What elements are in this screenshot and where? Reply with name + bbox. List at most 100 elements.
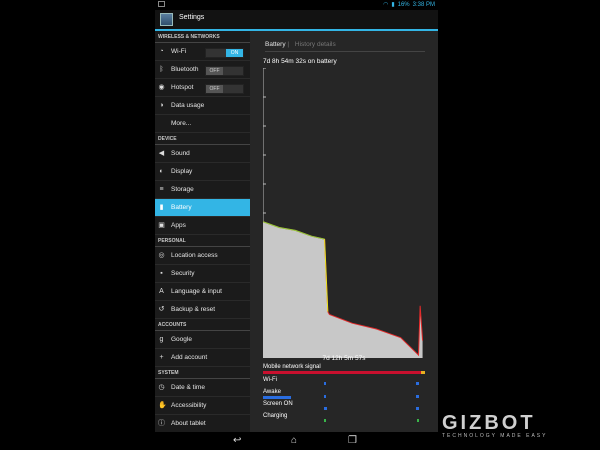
navigation-bar: ↩ ⌂ ❐	[155, 432, 438, 450]
google-icon: g	[159, 336, 164, 343]
awake-activity-mark	[324, 395, 326, 398]
sidebar-item-label: Storage	[171, 186, 194, 193]
add-icon: +	[159, 354, 164, 361]
watermark-logo: GIZBOT	[442, 412, 536, 434]
signal-label-wifi: Wi-Fi	[263, 377, 277, 383]
backup-icon: ↺	[158, 306, 165, 313]
tab-battery[interactable]: Battery	[265, 41, 286, 48]
section-header-system: SYSTEM	[155, 368, 250, 379]
settings-app-icon[interactable]	[160, 13, 173, 26]
screen-on-mark	[416, 407, 419, 410]
sidebar-item-security[interactable]: ▪ Security	[155, 265, 250, 283]
sidebar-item-label: More...	[171, 120, 192, 127]
sidebar-item-language[interactable]: A Language & input	[155, 283, 250, 301]
sidebar-item-more[interactable]: More...	[155, 115, 250, 133]
bluetooth-icon: ᛒ	[159, 66, 164, 73]
sidebar-item-label: Battery	[171, 204, 192, 211]
gizbot-watermark: GIZBOT TECHNOLOGY MADE EASY	[442, 412, 592, 446]
action-bar: Settings	[155, 10, 438, 31]
sidebar-item-label: Language & input	[171, 288, 222, 295]
sidebar-item-about[interactable]: ⓘ About tablet	[155, 415, 250, 433]
sidebar-item-backup[interactable]: ↺ Backup & reset	[155, 301, 250, 319]
sidebar-item-battery[interactable]: ▮ Battery	[155, 199, 250, 217]
page-title: Settings	[179, 14, 205, 21]
battery-level-area	[263, 221, 423, 358]
charging-mark	[417, 419, 419, 422]
sidebar-item-label: Bluetooth	[171, 66, 199, 73]
data-usage-icon: ◑	[159, 102, 164, 109]
sidebar-item-label: Location access	[171, 252, 218, 259]
battery-panel: Battery | History details 7d 8h 54m 32s …	[250, 31, 438, 432]
signal-label-screen-on: Screen ON	[263, 401, 293, 407]
back-icon[interactable]: ↩	[233, 435, 241, 447]
section-header-personal: PERSONAL	[155, 236, 250, 247]
watermark-tagline: TECHNOLOGY MADE EASY	[442, 433, 548, 439]
sidebar-item-label: Apps	[171, 222, 186, 229]
mobile-signal-bar	[263, 371, 421, 374]
sidebar-item-label: Accessibility	[171, 402, 207, 409]
sidebar-item-date-time[interactable]: ◷ Date & time	[155, 379, 250, 397]
sidebar-item-label: Hotspot	[171, 84, 194, 91]
sidebar-item-bluetooth[interactable]: ᛒ Bluetooth OFF	[155, 61, 250, 79]
screen-on-mark	[324, 407, 327, 410]
sidebar-item-google[interactable]: g Google	[155, 331, 250, 349]
screenshot-notification-icon	[158, 1, 165, 7]
hotspot-toggle-state: OFF	[206, 85, 223, 93]
accessibility-icon: ✋	[158, 402, 167, 409]
sidebar-item-label: Wi-Fi	[171, 48, 187, 55]
awake-activity-mark	[416, 395, 419, 398]
clock: 3:38 PM	[412, 1, 435, 8]
hotspot-toggle[interactable]: OFF	[205, 84, 244, 94]
signal-label-charging: Charging	[263, 413, 288, 419]
wifi-icon: ◔	[159, 48, 164, 55]
sidebar-item-accessibility[interactable]: ✋ Accessibility	[155, 397, 250, 415]
bluetooth-toggle[interactable]: OFF	[205, 66, 244, 76]
sound-icon: ◀	[158, 150, 165, 157]
wifi-activity-mark	[416, 382, 419, 385]
sidebar-item-hotspot[interactable]: ◉ Hotspot OFF	[155, 79, 250, 97]
info-icon: ⓘ	[158, 420, 165, 427]
settings-sidebar: WIRELESS & NETWORKS ◔ Wi-Fi ON ᛒ Bluetoo…	[155, 31, 250, 433]
tab-history-details[interactable]: History details	[295, 41, 336, 48]
language-icon: A	[159, 288, 164, 295]
tablet-screen: ◠ ▮ 16% 3:38 PM Settings WIRELESS & NETW…	[155, 0, 438, 450]
signal-label-mobile: Mobile network signal	[263, 364, 321, 370]
battery-percent: 16%	[397, 1, 410, 8]
section-header-accounts: ACCOUNTS	[155, 320, 250, 331]
sidebar-item-display[interactable]: ◐ Display	[155, 163, 250, 181]
home-icon[interactable]: ⌂	[291, 435, 297, 447]
wifi-activity-mark	[324, 382, 326, 385]
recent-apps-icon[interactable]: ❐	[348, 435, 357, 447]
charging-mark	[324, 419, 326, 422]
storage-icon: ≡	[159, 186, 164, 193]
apps-icon: ▣	[158, 222, 165, 229]
sidebar-item-data-usage[interactable]: ◑ Data usage	[155, 97, 250, 115]
awake-activity-bar	[263, 396, 291, 399]
sidebar-item-label: About tablet	[171, 420, 206, 427]
status-bar: ◠ ▮ 16% 3:38 PM	[155, 0, 438, 10]
mobile-signal-end-marker	[421, 371, 425, 374]
sidebar-item-label: Data usage	[171, 102, 205, 109]
wifi-toggle[interactable]: ON	[205, 48, 244, 58]
sidebar-item-location[interactable]: ◎ Location access	[155, 247, 250, 265]
sidebar-item-label: Add account	[171, 354, 208, 361]
tab-underline	[265, 51, 425, 52]
sidebar-item-label: Sound	[171, 150, 190, 157]
sidebar-item-wifi[interactable]: ◔ Wi-Fi ON	[155, 43, 250, 61]
tab-divider: |	[287, 41, 290, 48]
sidebar-item-storage[interactable]: ≡ Storage	[155, 181, 250, 199]
sidebar-item-label: Security	[171, 270, 195, 277]
battery-duration-label: 7d 12h 5m 57s	[322, 355, 366, 362]
sidebar-item-apps[interactable]: ▣ Apps	[155, 217, 250, 235]
on-battery-label: 7d 8h 54m 32s on battery	[263, 58, 337, 65]
display-icon: ◐	[159, 168, 164, 175]
wifi-status-icon: ◠	[383, 2, 389, 8]
hotspot-icon: ◉	[158, 84, 165, 91]
battery-tabs: Battery | History details	[265, 41, 336, 48]
section-header-wireless: WIRELESS & NETWORKS	[155, 32, 250, 43]
sidebar-item-add-account[interactable]: + Add account	[155, 349, 250, 367]
sidebar-item-label: Display	[171, 168, 193, 175]
signal-label-awake: Awake	[263, 389, 281, 395]
sidebar-item-sound[interactable]: ◀ Sound	[155, 145, 250, 163]
sidebar-item-label: Google	[171, 336, 192, 343]
